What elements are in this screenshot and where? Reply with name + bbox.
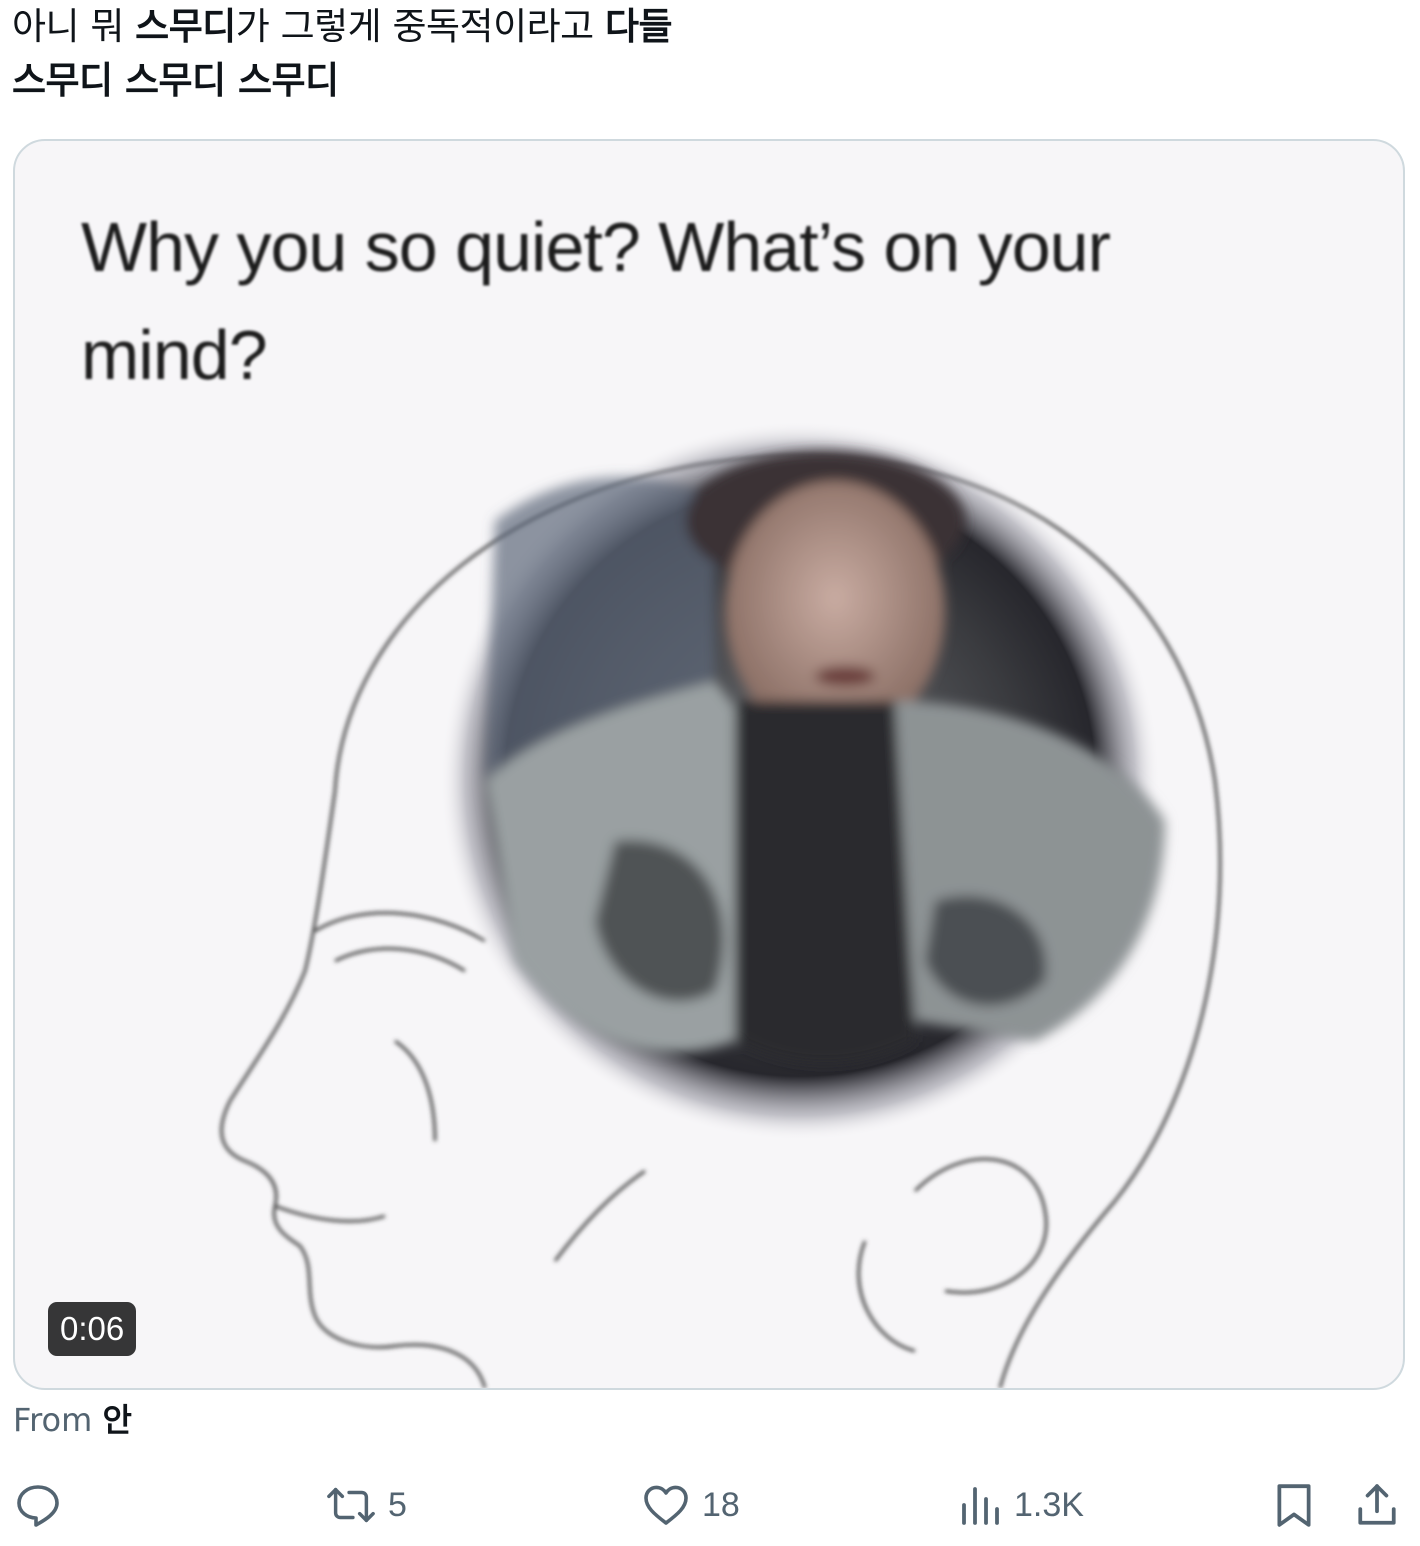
bookmark-icon (1277, 1484, 1311, 1527)
tweet-line-1: 아니 뭐 스무디가 그렇게 중독적이라고 다들 (12, 0, 1402, 54)
meme-caption-line: Why you so quiet? What’s on your (81, 208, 1111, 286)
video-duration-badge: 0:06 (48, 1302, 137, 1356)
tweet-text-bold: 다들 (604, 5, 673, 48)
like-icon (644, 1485, 688, 1525)
share-button[interactable] (1354, 1470, 1400, 1540)
share-icon (1358, 1484, 1396, 1525)
meme-caption-line: mind? (81, 316, 268, 394)
views-count: 1.3K (1014, 1485, 1084, 1524)
video-player[interactable]: Why you so quiet? What’s on your mind? 0… (13, 139, 1405, 1390)
mind-bubble-video-still (440, 421, 1165, 1141)
meme-caption: Why you so quiet? What’s on your mind? (81, 193, 1231, 409)
reply-button[interactable] (14, 1470, 74, 1540)
bookmark-button[interactable] (1274, 1470, 1314, 1540)
tweet-text-bold: 스무디 스무디 스무디 (12, 59, 339, 102)
retweet-button[interactable]: 5 (326, 1470, 407, 1540)
source-prefix: From (13, 1401, 103, 1439)
views-icon (962, 1487, 999, 1525)
hashtag-link[interactable]: 스무디 (135, 5, 236, 48)
views-button[interactable]: 1.3K (958, 1470, 1084, 1540)
like-button[interactable]: 18 (642, 1470, 740, 1540)
tweet-line-2: 스무디 스무디 스무디 (12, 54, 1402, 108)
tweet-action-bar: 5 18 1.3K (0, 1470, 1420, 1540)
tweet-text: 아니 뭐 스무디가 그렇게 중독적이라고 다들 스무디 스무디 스무디 (12, 0, 1402, 108)
retweet-count: 5 (388, 1485, 407, 1524)
tweet-text-segment: 가 그렇게 중독적이라고 (235, 5, 605, 48)
source-account-link[interactable]: 안 (102, 1401, 131, 1439)
like-count: 18 (702, 1485, 740, 1524)
retweet-icon (327, 1487, 375, 1523)
reply-icon (17, 1485, 59, 1527)
tweet-text-segment: 아니 뭐 (12, 5, 136, 48)
video-source-attribution: From 안 (13, 1398, 132, 1442)
